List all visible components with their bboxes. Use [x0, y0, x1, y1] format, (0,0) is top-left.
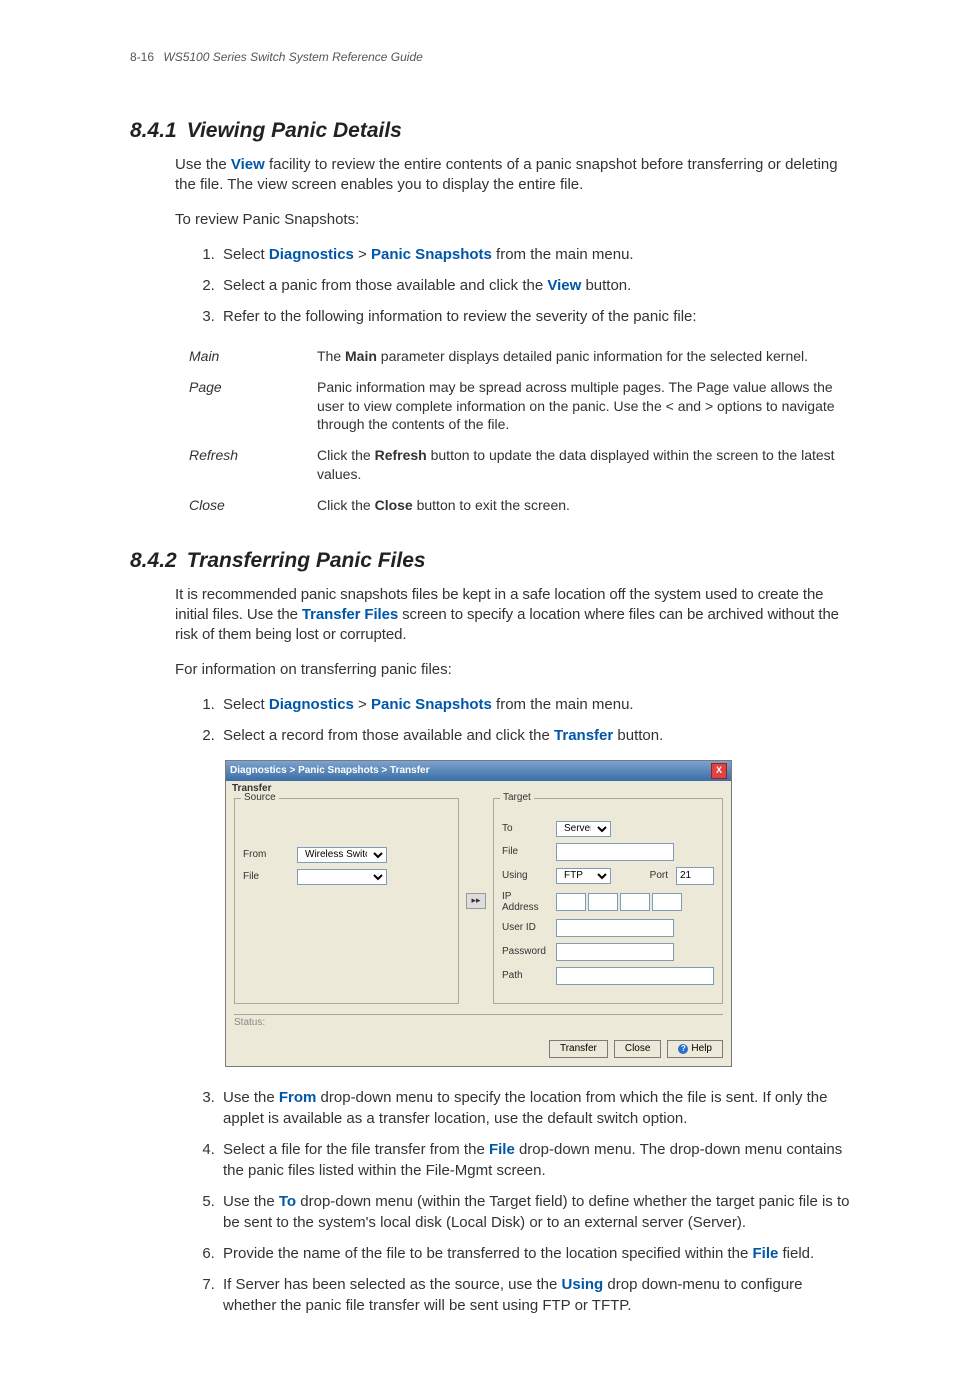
list-item: Refer to the following information to re… — [219, 306, 858, 327]
list-item: Select Diagnostics > Panic Snapshots fro… — [219, 244, 858, 265]
tab-transfer[interactable]: Transfer — [226, 781, 731, 794]
transfer-arrow-icon: ▸▸ — [466, 893, 486, 909]
steps-list-continued: Use the From drop-down menu to specify t… — [175, 1087, 858, 1316]
path-input[interactable] — [556, 967, 714, 985]
list-item: If Server has been selected as the sourc… — [219, 1274, 858, 1316]
file-label-t: File — [502, 846, 548, 857]
ip-label: IP Address — [502, 891, 548, 913]
section-heading-842: 8.4.2 Transferring Panic Files — [130, 549, 858, 573]
transfer-dialog: Diagnostics > Panic Snapshots > Transfer… — [225, 760, 732, 1067]
help-icon: ? — [678, 1044, 688, 1054]
def-page: Panic information may be spread across m… — [317, 372, 858, 441]
help-button[interactable]: ? Help — [667, 1040, 723, 1058]
file-select[interactable] — [297, 869, 387, 885]
from-select[interactable]: Wireless Switch — [297, 847, 387, 863]
path-label: Path — [502, 970, 548, 981]
close-button[interactable]: Close — [614, 1040, 662, 1058]
source-fieldset: Source From Wireless Switch File — [234, 798, 459, 1004]
list-item: Use the To drop-down menu (within the Ta… — [219, 1191, 858, 1233]
close-icon[interactable]: X — [711, 763, 727, 779]
transfer-button[interactable]: Transfer — [549, 1040, 608, 1058]
view-keyword: View — [231, 156, 265, 173]
intro-paragraph: Use the View facility to review the enti… — [175, 155, 858, 196]
status-line: Status: — [234, 1014, 723, 1030]
password-label: Password — [502, 946, 548, 957]
section-title: Transferring Panic Files — [187, 549, 426, 573]
using-select[interactable]: FTP — [556, 868, 611, 884]
password-input[interactable] — [556, 943, 674, 961]
steps-list: Select Diagnostics > Panic Snapshots fro… — [175, 694, 858, 746]
running-header: 8-16 WS5100 Series Switch System Referen… — [130, 50, 858, 64]
breadcrumb: Diagnostics > Panic Snapshots > Transfer — [230, 765, 430, 776]
source-legend: Source — [241, 792, 279, 803]
term-close: Close — [175, 490, 317, 521]
target-legend: Target — [500, 792, 534, 803]
user-label: User ID — [502, 922, 548, 933]
using-label: Using — [502, 870, 548, 881]
definitions-table: Main The Main parameter displays detaile… — [175, 341, 858, 521]
lead-line: To review Panic Snapshots: — [175, 210, 858, 230]
section-number: 8.4.1 — [130, 119, 177, 143]
term-main: Main — [175, 341, 317, 372]
section-title: Viewing Panic Details — [187, 119, 402, 143]
target-fieldset: Target To Server File Using FTP Port IP … — [493, 798, 723, 1004]
dialog-titlebar: Diagnostics > Panic Snapshots > Transfer… — [226, 761, 731, 781]
term-page: Page — [175, 372, 317, 441]
list-item: Select a file for the file transfer from… — [219, 1139, 858, 1181]
section-number: 8.4.2 — [130, 549, 177, 573]
to-select[interactable]: Server — [556, 821, 611, 837]
def-close: Click the Close button to exit the scree… — [317, 490, 858, 521]
guide-title: WS5100 Series Switch System Reference Gu… — [163, 50, 422, 64]
intro-paragraph: It is recommended panic snapshots files … — [175, 585, 858, 646]
def-refresh: Click the Refresh button to update the d… — [317, 440, 858, 490]
port-input[interactable] — [676, 867, 714, 885]
list-item: Select Diagnostics > Panic Snapshots fro… — [219, 694, 858, 715]
from-label: From — [243, 849, 289, 860]
list-item: Select a panic from those available and … — [219, 275, 858, 296]
port-label: Port — [650, 870, 668, 881]
to-label: To — [502, 823, 548, 834]
list-item: Provide the name of the file to be trans… — [219, 1243, 858, 1264]
lead-line: For information on transferring panic fi… — [175, 660, 858, 680]
target-file-input[interactable] — [556, 843, 674, 861]
page-number: 8-16 — [130, 50, 154, 64]
list-item: Select a record from those available and… — [219, 725, 858, 746]
ip-address-input[interactable] — [556, 893, 682, 911]
def-main: The Main parameter displays detailed pan… — [317, 341, 858, 372]
section-heading-841: 8.4.1 Viewing Panic Details — [130, 119, 858, 143]
user-input[interactable] — [556, 919, 674, 937]
list-item: Use the From drop-down menu to specify t… — [219, 1087, 858, 1129]
term-refresh: Refresh — [175, 440, 317, 490]
steps-list: Select Diagnostics > Panic Snapshots fro… — [175, 244, 858, 327]
file-label: File — [243, 871, 289, 882]
